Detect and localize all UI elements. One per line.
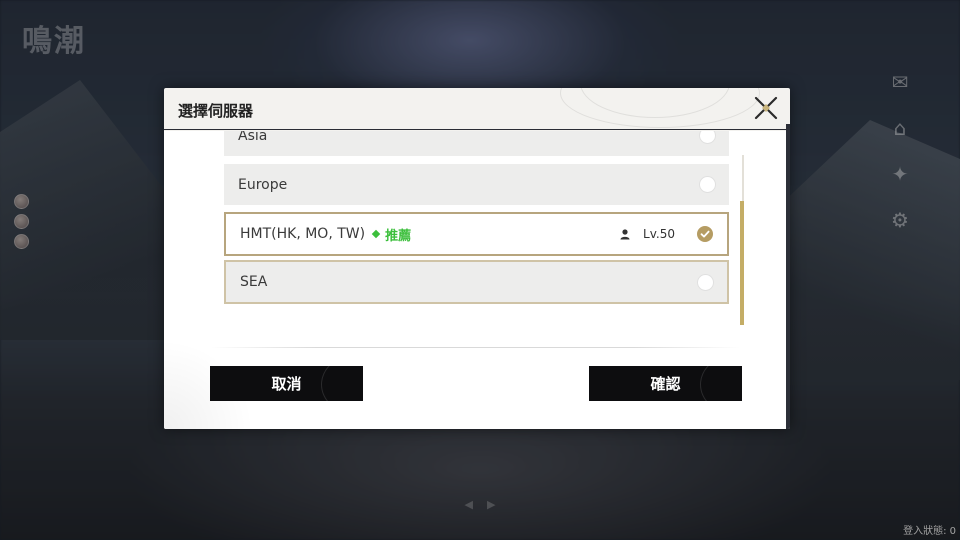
server-name: Europe [238, 176, 288, 193]
server-name: HMT(HK, MO, TW) [240, 226, 366, 242]
server-row-sea[interactable]: SEA [224, 260, 729, 304]
server-row-right [698, 274, 713, 290]
server-name: SEA [240, 274, 268, 290]
dialog-header: 選擇伺服器 [164, 88, 790, 130]
server-row-europe[interactable]: Europe [224, 164, 729, 205]
radio-button-checked[interactable] [697, 226, 713, 242]
radio-button[interactable] [700, 131, 715, 143]
radio-button[interactable] [698, 274, 713, 290]
radio-button[interactable] [700, 177, 715, 192]
server-row-right [700, 177, 715, 192]
scrollbar-thumb[interactable] [740, 201, 744, 325]
server-list[interactable]: Asia Europe HMT(HK, MO, TW) 推薦 Lv.50 SEA [224, 131, 729, 327]
divider [210, 347, 740, 348]
server-name: Asia [238, 131, 268, 144]
dialog-title: 選擇伺服器 [178, 102, 254, 120]
dialog-body: Asia Europe HMT(HK, MO, TW) 推薦 Lv.50 SEA… [164, 131, 786, 429]
close-icon [754, 96, 778, 120]
server-row-asia[interactable]: Asia [224, 131, 729, 156]
server-row-right: Lv.50 [619, 226, 713, 242]
server-row-right [700, 131, 715, 143]
close-button[interactable] [752, 94, 780, 122]
diamond-icon [371, 229, 381, 239]
player-level: Lv.50 [643, 227, 675, 241]
cancel-button[interactable]: 取消 [210, 366, 363, 401]
confirm-button[interactable]: 確認 [589, 366, 742, 401]
server-row-hmt[interactable]: HMT(HK, MO, TW) 推薦 Lv.50 [224, 212, 729, 256]
checkmark-icon [700, 230, 710, 238]
recommended-label: 推薦 [385, 228, 412, 244]
player-icon [620, 229, 630, 240]
recommended-badge: 推薦 [371, 225, 412, 244]
server-select-dialog: 選擇伺服器 Asia Europe HMT(HK, MO, TW) 推薦 Lv.… [164, 88, 790, 429]
